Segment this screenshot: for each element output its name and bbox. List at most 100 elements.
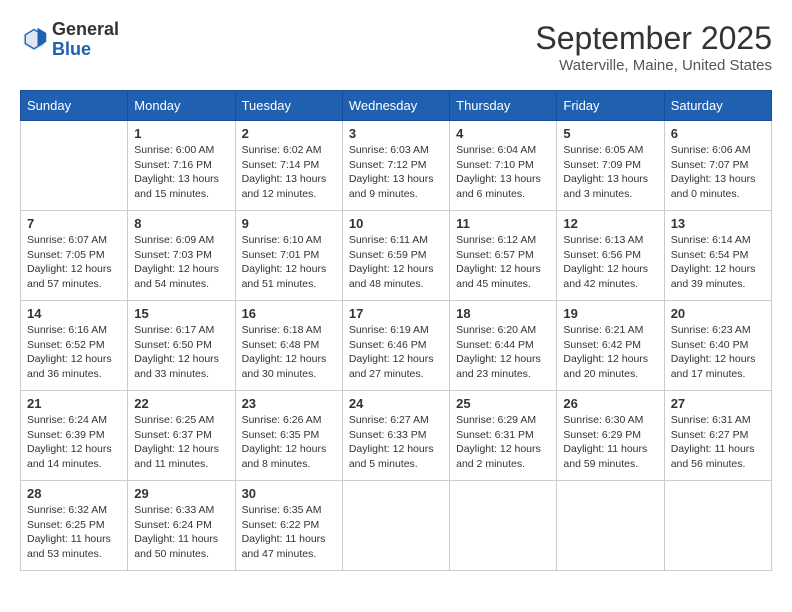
day-info: Sunrise: 6:26 AMSunset: 6:35 PMDaylight:… <box>242 413 336 472</box>
calendar-cell: 28 Sunrise: 6:32 AMSunset: 6:25 PMDayligh… <box>21 481 128 571</box>
page-header: General Blue September 2025 Waterville, … <box>20 20 772 74</box>
logo-icon <box>20 26 48 54</box>
day-number: 12 <box>563 216 657 231</box>
day-info: Sunrise: 6:14 AMSunset: 6:54 PMDaylight:… <box>671 233 765 292</box>
calendar-cell: 11 Sunrise: 6:12 AMSunset: 6:57 PMDayligh… <box>450 211 557 301</box>
day-number: 8 <box>134 216 228 231</box>
day-number: 28 <box>27 486 121 501</box>
day-info: Sunrise: 6:30 AMSunset: 6:29 PMDaylight:… <box>563 413 657 472</box>
calendar-cell: 14 Sunrise: 6:16 AMSunset: 6:52 PMDayligh… <box>21 301 128 391</box>
calendar-cell: 25 Sunrise: 6:29 AMSunset: 6:31 PMDayligh… <box>450 391 557 481</box>
day-info: Sunrise: 6:25 AMSunset: 6:37 PMDaylight:… <box>134 413 228 472</box>
calendar-cell: 17 Sunrise: 6:19 AMSunset: 6:46 PMDayligh… <box>342 301 449 391</box>
week-row-5: 28 Sunrise: 6:32 AMSunset: 6:25 PMDayligh… <box>21 481 772 571</box>
weekday-header-wednesday: Wednesday <box>342 91 449 121</box>
day-info: Sunrise: 6:29 AMSunset: 6:31 PMDaylight:… <box>456 413 550 472</box>
day-number: 14 <box>27 306 121 321</box>
location: Waterville, Maine, United States <box>535 57 772 74</box>
calendar-cell <box>664 481 771 571</box>
calendar-cell: 10 Sunrise: 6:11 AMSunset: 6:59 PMDayligh… <box>342 211 449 301</box>
day-info: Sunrise: 6:32 AMSunset: 6:25 PMDaylight:… <box>27 503 121 562</box>
day-info: Sunrise: 6:11 AMSunset: 6:59 PMDaylight:… <box>349 233 443 292</box>
day-info: Sunrise: 6:07 AMSunset: 7:05 PMDaylight:… <box>27 233 121 292</box>
calendar-cell: 9 Sunrise: 6:10 AMSunset: 7:01 PMDaylight… <box>235 211 342 301</box>
calendar-cell: 29 Sunrise: 6:33 AMSunset: 6:24 PMDayligh… <box>128 481 235 571</box>
calendar-cell: 23 Sunrise: 6:26 AMSunset: 6:35 PMDayligh… <box>235 391 342 481</box>
day-number: 20 <box>671 306 765 321</box>
week-row-4: 21 Sunrise: 6:24 AMSunset: 6:39 PMDayligh… <box>21 391 772 481</box>
calendar-cell: 1Sunrise: 6:00 AMSunset: 7:16 PMDaylight… <box>128 121 235 211</box>
calendar-cell: 19 Sunrise: 6:21 AMSunset: 6:42 PMDayligh… <box>557 301 664 391</box>
calendar-cell: 5Sunrise: 6:05 AMSunset: 7:09 PMDaylight… <box>557 121 664 211</box>
title-block: September 2025 Waterville, Maine, United… <box>535 20 772 74</box>
day-info: Sunrise: 6:10 AMSunset: 7:01 PMDaylight:… <box>242 233 336 292</box>
day-number: 23 <box>242 396 336 411</box>
week-row-3: 14 Sunrise: 6:16 AMSunset: 6:52 PMDayligh… <box>21 301 772 391</box>
weekday-header-tuesday: Tuesday <box>235 91 342 121</box>
day-info: Sunrise: 6:17 AMSunset: 6:50 PMDaylight:… <box>134 323 228 382</box>
day-number: 25 <box>456 396 550 411</box>
calendar-cell: 30 Sunrise: 6:35 AMSunset: 6:22 PMDayligh… <box>235 481 342 571</box>
weekday-header-thursday: Thursday <box>450 91 557 121</box>
day-number: 30 <box>242 486 336 501</box>
day-number: 17 <box>349 306 443 321</box>
calendar-cell: 24 Sunrise: 6:27 AMSunset: 6:33 PMDayligh… <box>342 391 449 481</box>
day-number: 1 <box>134 126 228 141</box>
day-info: Sunrise: 6:19 AMSunset: 6:46 PMDaylight:… <box>349 323 443 382</box>
week-row-1: 1Sunrise: 6:00 AMSunset: 7:16 PMDaylight… <box>21 121 772 211</box>
day-number: 13 <box>671 216 765 231</box>
day-number: 4 <box>456 126 550 141</box>
calendar-cell <box>21 121 128 211</box>
calendar-cell <box>450 481 557 571</box>
calendar-cell: 2Sunrise: 6:02 AMSunset: 7:14 PMDaylight… <box>235 121 342 211</box>
weekday-header-row: SundayMondayTuesdayWednesdayThursdayFrid… <box>21 91 772 121</box>
day-number: 15 <box>134 306 228 321</box>
day-info: Sunrise: 6:18 AMSunset: 6:48 PMDaylight:… <box>242 323 336 382</box>
calendar-cell: 18Sunrise: 6:20 AMSunset: 6:44 PMDayligh… <box>450 301 557 391</box>
day-number: 6 <box>671 126 765 141</box>
calendar-cell: 15 Sunrise: 6:17 AMSunset: 6:50 PMDayligh… <box>128 301 235 391</box>
calendar-cell: 21 Sunrise: 6:24 AMSunset: 6:39 PMDayligh… <box>21 391 128 481</box>
day-info: Sunrise: 6:35 AMSunset: 6:22 PMDaylight:… <box>242 503 336 562</box>
day-number: 19 <box>563 306 657 321</box>
day-info: Sunrise: 6:05 AMSunset: 7:09 PMDaylight:… <box>563 143 657 202</box>
calendar: SundayMondayTuesdayWednesdayThursdayFrid… <box>20 90 772 571</box>
day-info: Sunrise: 6:27 AMSunset: 6:33 PMDaylight:… <box>349 413 443 472</box>
day-number: 29 <box>134 486 228 501</box>
calendar-cell: 7 Sunrise: 6:07 AMSunset: 7:05 PMDaylight… <box>21 211 128 301</box>
month-title: September 2025 <box>535 20 772 57</box>
day-info: Sunrise: 6:04 AMSunset: 7:10 PMDaylight:… <box>456 143 550 202</box>
day-info: Sunrise: 6:12 AMSunset: 6:57 PMDaylight:… <box>456 233 550 292</box>
day-info: Sunrise: 6:16 AMSunset: 6:52 PMDaylight:… <box>27 323 121 382</box>
day-info: Sunrise: 6:02 AMSunset: 7:14 PMDaylight:… <box>242 143 336 202</box>
weekday-header-saturday: Saturday <box>664 91 771 121</box>
calendar-cell: 8 Sunrise: 6:09 AMSunset: 7:03 PMDaylight… <box>128 211 235 301</box>
day-number: 22 <box>134 396 228 411</box>
day-number: 9 <box>242 216 336 231</box>
day-number: 7 <box>27 216 121 231</box>
day-info: Sunrise: 6:24 AMSunset: 6:39 PMDaylight:… <box>27 413 121 472</box>
day-number: 18 <box>456 306 550 321</box>
calendar-cell <box>557 481 664 571</box>
day-info: Sunrise: 6:33 AMSunset: 6:24 PMDaylight:… <box>134 503 228 562</box>
day-info: Sunrise: 6:06 AMSunset: 7:07 PMDaylight:… <box>671 143 765 202</box>
calendar-cell: 6 Sunrise: 6:06 AMSunset: 7:07 PMDaylight… <box>664 121 771 211</box>
day-info: Sunrise: 6:31 AMSunset: 6:27 PMDaylight:… <box>671 413 765 472</box>
weekday-header-friday: Friday <box>557 91 664 121</box>
weekday-header-monday: Monday <box>128 91 235 121</box>
day-number: 27 <box>671 396 765 411</box>
day-info: Sunrise: 6:09 AMSunset: 7:03 PMDaylight:… <box>134 233 228 292</box>
day-number: 24 <box>349 396 443 411</box>
day-number: 11 <box>456 216 550 231</box>
day-number: 10 <box>349 216 443 231</box>
calendar-cell <box>342 481 449 571</box>
weekday-header-sunday: Sunday <box>21 91 128 121</box>
calendar-cell: 27 Sunrise: 6:31 AMSunset: 6:27 PMDayligh… <box>664 391 771 481</box>
calendar-cell: 16 Sunrise: 6:18 AMSunset: 6:48 PMDayligh… <box>235 301 342 391</box>
day-info: Sunrise: 6:21 AMSunset: 6:42 PMDaylight:… <box>563 323 657 382</box>
calendar-cell: 12Sunrise: 6:13 AMSunset: 6:56 PMDayligh… <box>557 211 664 301</box>
calendar-header: SundayMondayTuesdayWednesdayThursdayFrid… <box>21 91 772 121</box>
day-number: 21 <box>27 396 121 411</box>
day-number: 16 <box>242 306 336 321</box>
calendar-cell: 20Sunrise: 6:23 AMSunset: 6:40 PMDayligh… <box>664 301 771 391</box>
